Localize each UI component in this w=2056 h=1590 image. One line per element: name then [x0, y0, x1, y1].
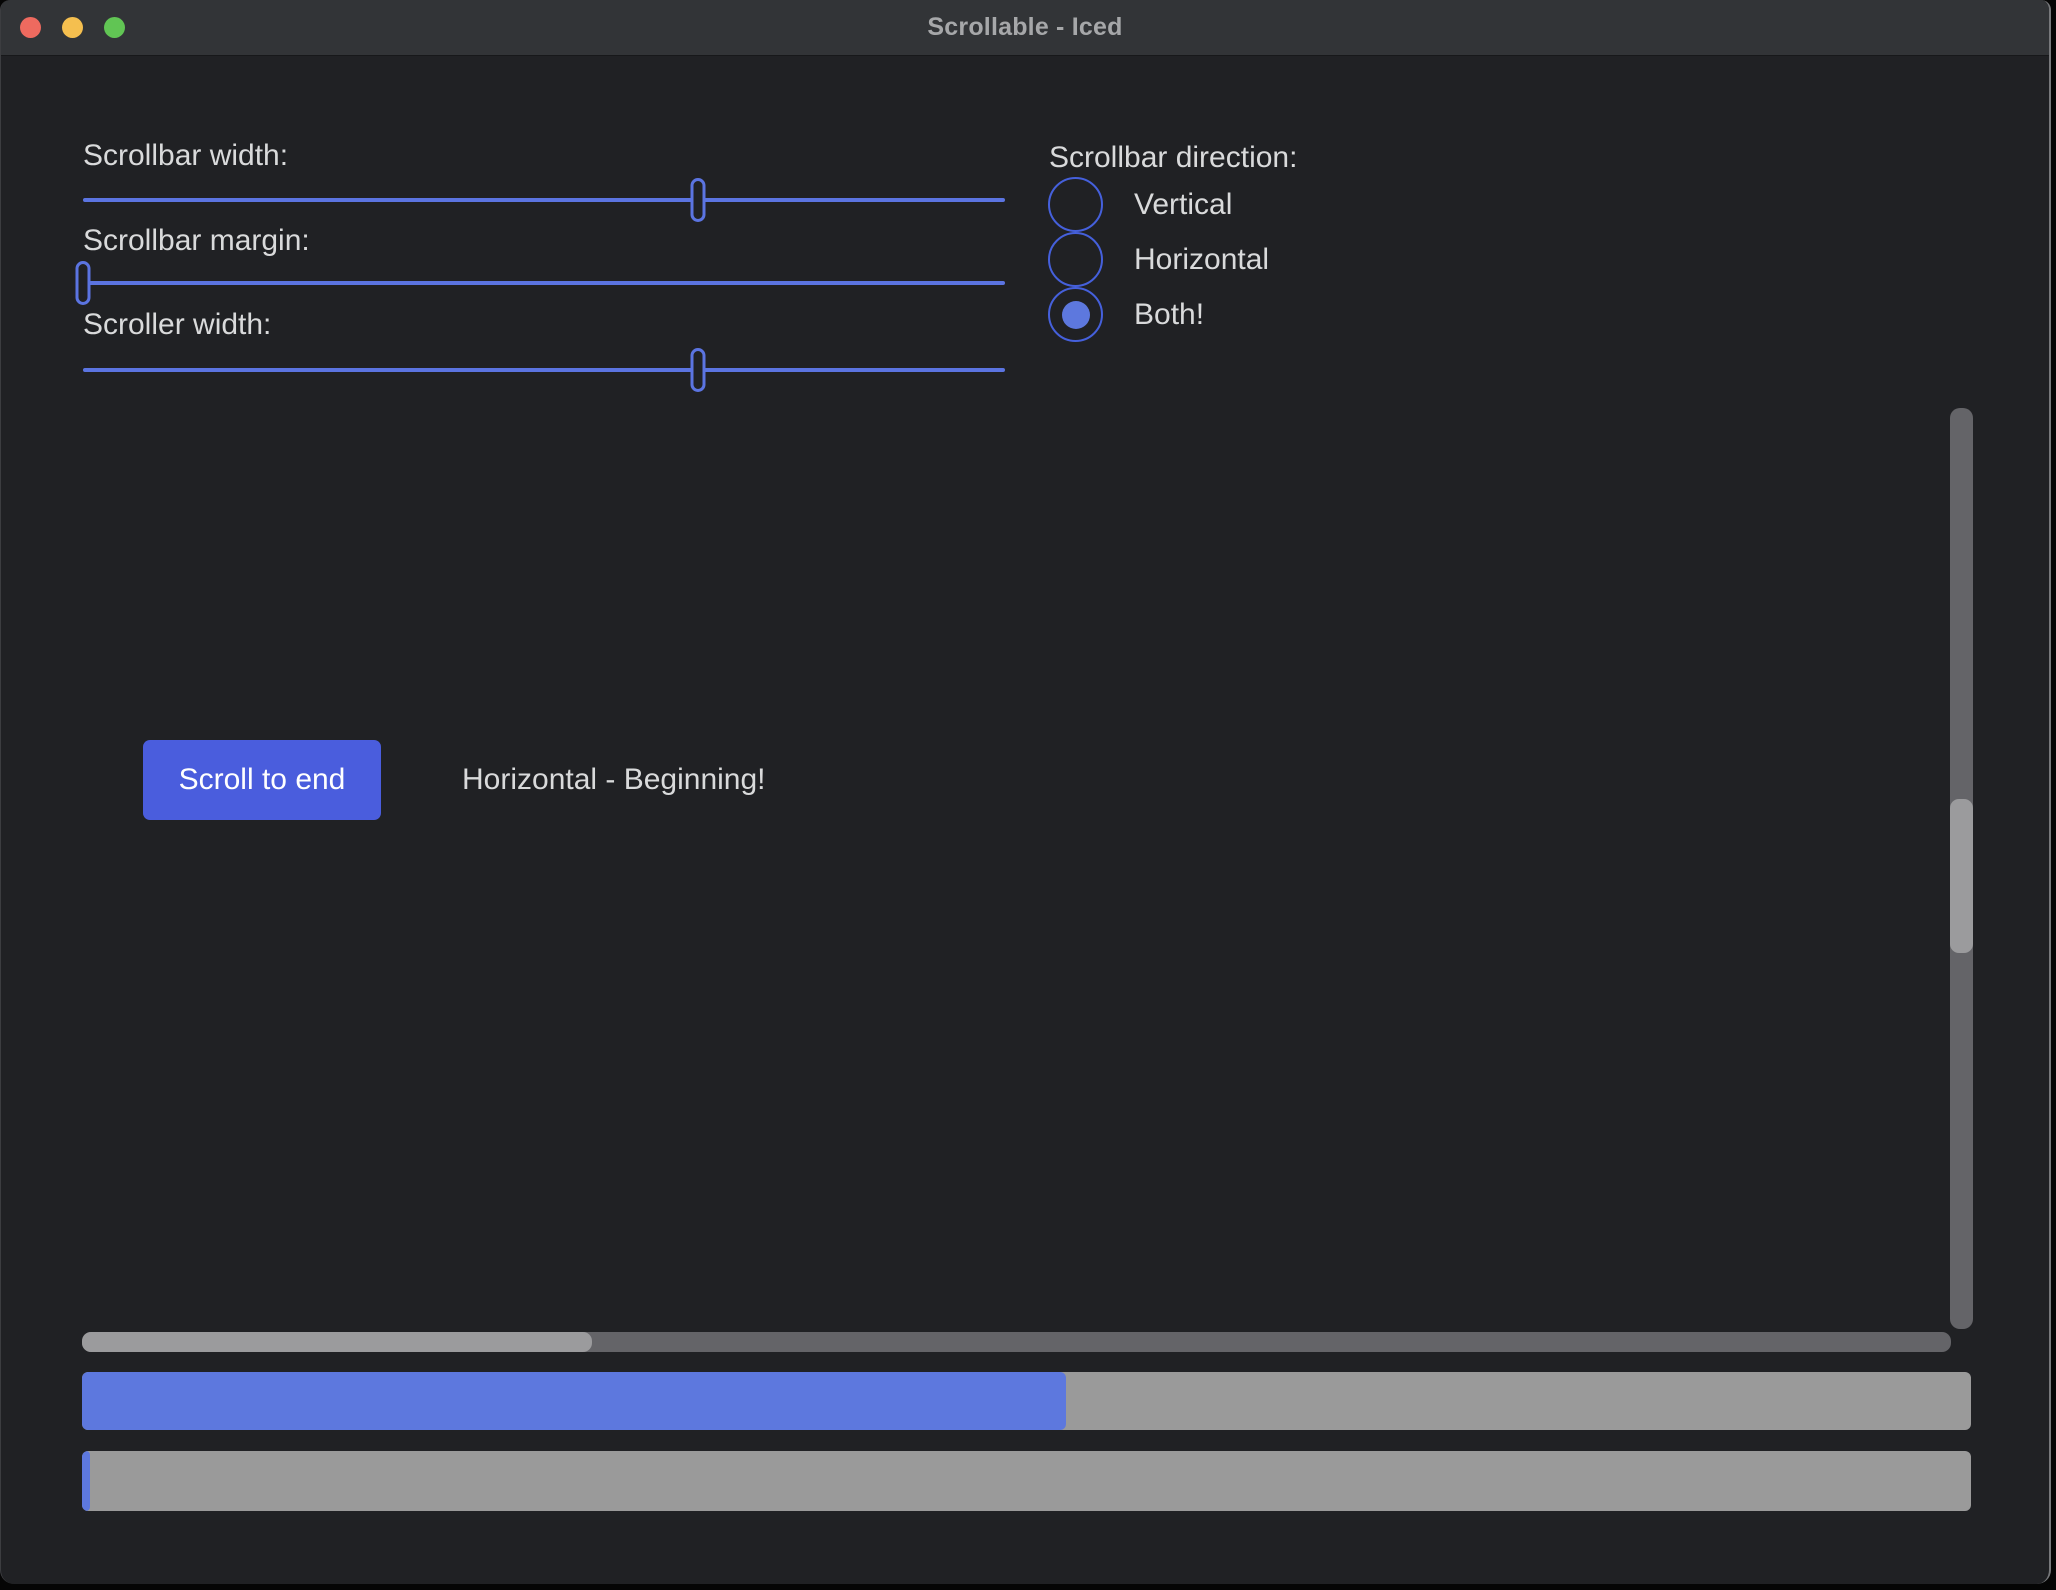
vertical-scrollbar[interactable] [1950, 408, 1973, 1329]
app-window: Scrollable - Iced Scrollbar width: Scrol… [0, 0, 2051, 1584]
slider-handle[interactable] [690, 348, 705, 392]
horizontal-scrollbar-thumb[interactable] [82, 1332, 592, 1352]
radio-horizontal[interactable]: Horizontal [1048, 232, 1269, 287]
scrollbar-direction-group: Vertical Horizontal Both! [1048, 177, 1269, 342]
vertical-scrollbar-thumb[interactable] [1950, 799, 1973, 954]
scrollbar-direction-label: Scrollbar direction: [1049, 140, 1297, 176]
scroll-to-end-button[interactable]: Scroll to end [143, 740, 381, 820]
scroller-width-label: Scroller width: [83, 307, 271, 343]
titlebar: Scrollable - Iced [1, 0, 2049, 56]
horizontal-progress-bar [82, 1372, 1971, 1430]
slider-handle[interactable] [76, 261, 91, 305]
radio-label[interactable]: Vertical [1134, 188, 1232, 222]
slider-handle[interactable] [690, 178, 705, 222]
radio-label[interactable]: Horizontal [1134, 243, 1269, 277]
radio-circle-icon[interactable] [1048, 287, 1103, 342]
scrollbar-margin-slider[interactable] [83, 281, 1005, 285]
close-button[interactable] [20, 17, 41, 38]
radio-vertical[interactable]: Vertical [1048, 177, 1269, 232]
window-title: Scrollable - Iced [927, 13, 1122, 42]
progress-fill [82, 1451, 90, 1511]
radio-label[interactable]: Both! [1134, 298, 1204, 332]
minimize-button[interactable] [62, 17, 83, 38]
scroll-status-text: Horizontal - Beginning! [462, 762, 766, 798]
vertical-progress-bar [82, 1451, 1971, 1511]
scrollbar-width-label: Scrollbar width: [83, 138, 288, 174]
radio-dot-icon [1062, 301, 1090, 329]
zoom-button[interactable] [104, 17, 125, 38]
radio-circle-icon[interactable] [1048, 177, 1103, 232]
scroller-width-slider[interactable] [83, 368, 1005, 372]
traffic-lights [20, 17, 125, 38]
radio-circle-icon[interactable] [1048, 232, 1103, 287]
progress-fill [82, 1372, 1066, 1430]
scrollbar-width-slider[interactable] [83, 198, 1005, 202]
scrollbar-margin-label: Scrollbar margin: [83, 223, 310, 259]
horizontal-scrollbar[interactable] [82, 1332, 1951, 1352]
radio-both[interactable]: Both! [1048, 287, 1269, 342]
